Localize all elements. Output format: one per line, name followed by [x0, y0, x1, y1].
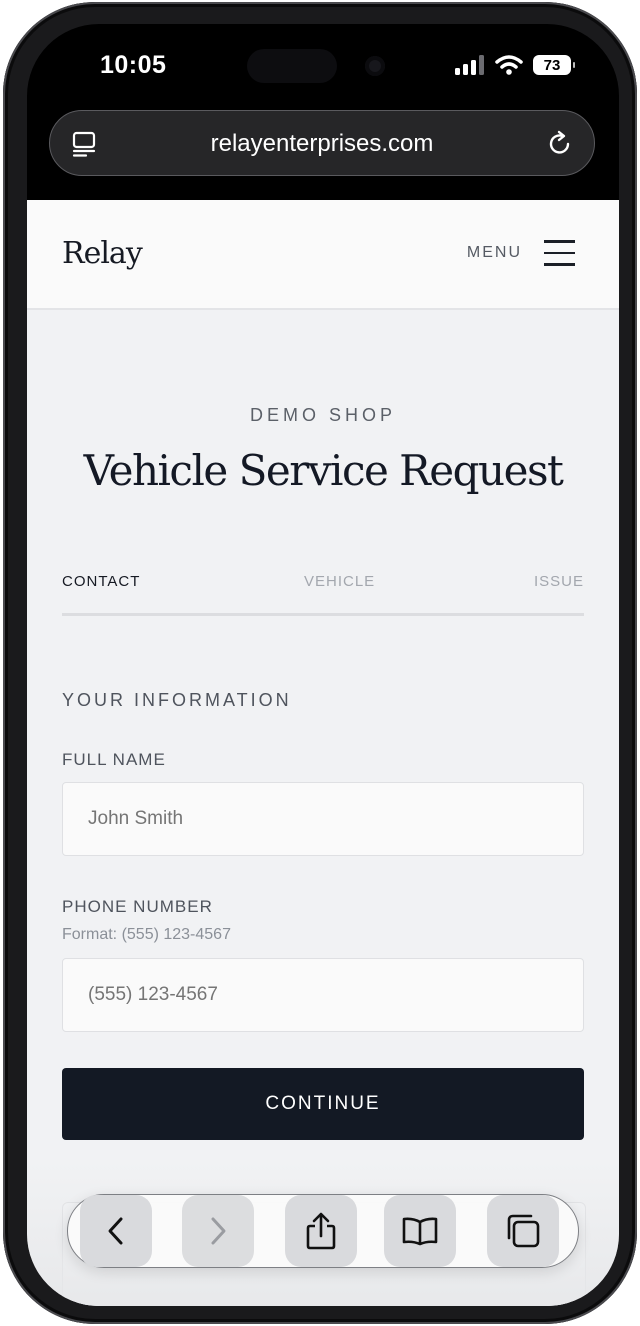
url-text[interactable]: relayenterprises.com — [50, 130, 594, 158]
menu-button[interactable]: MENU — [467, 240, 575, 266]
section-heading: YOUR INFORMATION — [62, 690, 292, 710]
cellular-signal-icon — [455, 55, 484, 75]
bookmarks-button[interactable] — [384, 1195, 456, 1267]
full-name-label: FULL NAME — [62, 750, 166, 769]
tabs-overview-icon — [507, 1214, 540, 1248]
step-indicator: CONTACT VEHICLE ISSUE — [62, 573, 584, 616]
site-logo[interactable]: Relay — [62, 236, 143, 271]
dynamic-island — [247, 46, 397, 86]
page-title: Vehicle Service Request — [83, 446, 564, 495]
web-page: Relay MENU DEMO SHOP Vehicle Service Req… — [27, 200, 619, 1306]
battery-icon: 73 — [533, 55, 575, 75]
camera-icon — [365, 56, 385, 76]
status-icons: 73 — [455, 53, 575, 77]
wifi-icon — [495, 55, 523, 75]
continue-button[interactable]: CONTINUE — [62, 1068, 584, 1140]
menu-label: MENU — [466, 244, 522, 261]
share-icon — [306, 1212, 336, 1250]
screen: 10:05 73 relayenterprises.com Relay MENU… — [27, 24, 619, 1306]
phone-frame: 10:05 73 relayenterprises.com Relay MENU… — [3, 2, 637, 1324]
page-eyebrow: DEMO SHOP — [249, 405, 396, 425]
status-bar: 10:05 73 — [27, 24, 619, 104]
status-time: 10:05 — [100, 51, 167, 79]
phone-label: PHONE NUMBER — [62, 897, 213, 916]
hamburger-icon — [544, 240, 575, 266]
reload-icon[interactable] — [546, 130, 574, 158]
bookmarks-icon — [402, 1217, 438, 1246]
forward-icon — [211, 1217, 226, 1245]
tabs-button[interactable] — [487, 1195, 559, 1267]
browser-toolbar — [67, 1194, 579, 1268]
back-button[interactable] — [80, 1195, 152, 1267]
step-contact: CONTACT — [62, 573, 141, 590]
forward-button[interactable] — [182, 1195, 254, 1267]
step-issue: ISSUE — [533, 573, 584, 590]
back-icon — [108, 1217, 123, 1245]
full-name-input[interactable] — [62, 782, 584, 856]
step-vehicle: VEHICLE — [304, 573, 376, 590]
site-header: Relay MENU — [27, 200, 619, 310]
phone-format-hint: Format: (555) 123-4567 — [62, 926, 231, 943]
address-bar[interactable]: relayenterprises.com — [49, 110, 595, 176]
phone-input[interactable] — [62, 958, 584, 1032]
share-button[interactable] — [285, 1195, 357, 1267]
